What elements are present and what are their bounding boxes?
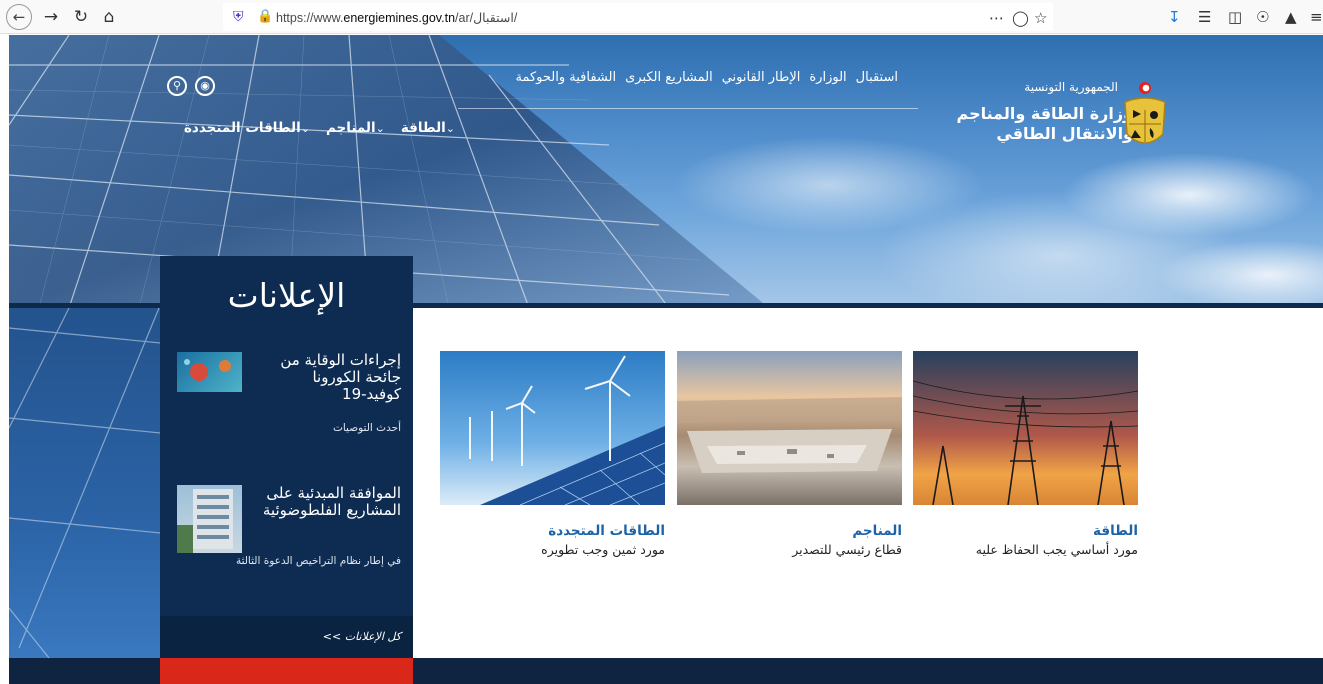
chevron-down-icon: ⌄ — [300, 122, 310, 135]
reload-icon[interactable]: ↻ — [70, 6, 92, 28]
url-text[interactable]: https://www.energiemines.gov.tn/ar/استقب… — [276, 10, 517, 25]
library-icon[interactable]: ☰ — [1198, 7, 1211, 27]
browser-toolbar: ← → ↻ ⌂ ⛨ 🔒 https://www.energiemines.gov… — [0, 0, 1323, 34]
forward-arrow-icon[interactable]: → — [40, 6, 62, 28]
nav-renewables[interactable]: الطاقات المتجددة⌄ — [184, 120, 314, 136]
nav-divider — [458, 108, 918, 109]
lock-icon[interactable]: 🔒 — [257, 8, 273, 26]
nav-transparency[interactable]: الشفافية والحوكمة — [516, 70, 617, 85]
red-accent-bar — [160, 658, 413, 684]
announcement-subtitle: أحدث التوصيات — [332, 422, 401, 434]
nav-home[interactable]: استقبال — [856, 70, 898, 85]
main-navigation: الطاقة⌄ المناجم⌄ الطاقات المتجددة⌄ — [184, 120, 459, 136]
sidebar-icon[interactable]: ◫ — [1228, 7, 1242, 27]
nav-legal-framework[interactable]: الإطار القانوني — [722, 70, 801, 85]
card-description: قطاع رئيسي للتصدير — [792, 542, 902, 557]
more-horizontal-icon[interactable]: ⋯ — [989, 8, 1004, 28]
logo-ministry-name-2[interactable]: والانتقال الطاقي — [996, 124, 1133, 143]
card-title[interactable]: الطاقة — [1093, 523, 1138, 539]
nav-renewables-label: الطاقات المتجددة — [183, 120, 301, 136]
card-energy[interactable]: الطاقة مورد أساسي يجب الحفاظ عليه — [913, 351, 1138, 557]
menu-icon[interactable]: ≡ — [1310, 7, 1323, 27]
chevron-down-icon: ⌄ — [375, 122, 385, 135]
pocket-icon[interactable]: ◯ — [1012, 8, 1029, 28]
building-thumbnail[interactable] — [177, 485, 242, 553]
card-mines[interactable]: المناجم قطاع رئيسي للتصدير — [677, 351, 902, 557]
top-navigation: استقبال الوزارة الإطار القانوني المشاريع… — [516, 70, 899, 85]
quarry-image[interactable] — [677, 351, 902, 505]
home-icon[interactable]: ⌂ — [98, 6, 120, 28]
nav-mines[interactable]: المناجم⌄ — [326, 120, 389, 136]
announcement-title[interactable]: إجراءات الوقاية من جائحة الكورونا كوفيد-… — [251, 352, 401, 403]
announcements-title: الإعلانات — [227, 276, 346, 315]
back-arrow-icon[interactable]: ← — [6, 4, 32, 30]
bookmark-star-icon[interactable]: ☆ — [1034, 8, 1047, 28]
announcements-panel: الإعلانات إجراءات الوقاية من جائحة الكور… — [160, 256, 413, 658]
all-announcements-link[interactable]: كل الإعلانات >> — [323, 630, 401, 643]
nav-mines-label: المناجم — [325, 120, 376, 136]
card-description: مورد ثمين وجب تطويره — [541, 542, 665, 557]
card-title[interactable]: المناجم — [852, 523, 902, 539]
download-icon[interactable]: ↧ — [1168, 7, 1181, 27]
nav-major-projects[interactable]: المشاريع الكبرى — [625, 70, 713, 85]
tracking-protection-shield-icon[interactable]: ⛨ — [233, 8, 247, 26]
announcement-subtitle: في إطار نظام التراخيص الدعوة الثالثة — [235, 555, 401, 567]
nav-energy-label: الطاقة — [400, 120, 446, 136]
search-icon[interactable]: ⚲ — [167, 76, 187, 96]
logo-ministry-name[interactable]: وزارة الطاقة والمناجم — [957, 104, 1133, 123]
card-description: مورد أساسي يجب الحفاظ عليه — [975, 542, 1138, 557]
card-renewables[interactable]: الطاقات المتجددة مورد ثمين وجب تطويره — [440, 351, 665, 557]
wind-solar-image[interactable] — [440, 351, 665, 505]
accessibility-icon[interactable]: ◉ — [195, 76, 215, 96]
nav-ministry[interactable]: الوزارة — [809, 70, 846, 85]
power-lines-image[interactable] — [913, 351, 1138, 505]
coronavirus-thumbnail[interactable] — [177, 352, 242, 392]
announcement-title[interactable]: الموافقة المبدئية على المشاريع الفلطوضوئ… — [251, 485, 401, 519]
gift-icon[interactable]: ▲ — [1285, 7, 1297, 27]
card-title[interactable]: الطاقات المتجددة — [548, 523, 665, 539]
chevron-down-icon: ⌄ — [445, 122, 455, 135]
account-icon[interactable]: ☉ — [1256, 7, 1269, 27]
logo-republic-text[interactable]: الجمهورية التونسية — [1024, 80, 1118, 94]
tunisia-emblem-icon[interactable] — [1117, 80, 1173, 156]
nav-energy[interactable]: الطاقة⌄ — [401, 120, 459, 136]
address-bar[interactable]: ⛨ 🔒 https://www.energiemines.gov.tn/ar/ا… — [223, 3, 1053, 31]
